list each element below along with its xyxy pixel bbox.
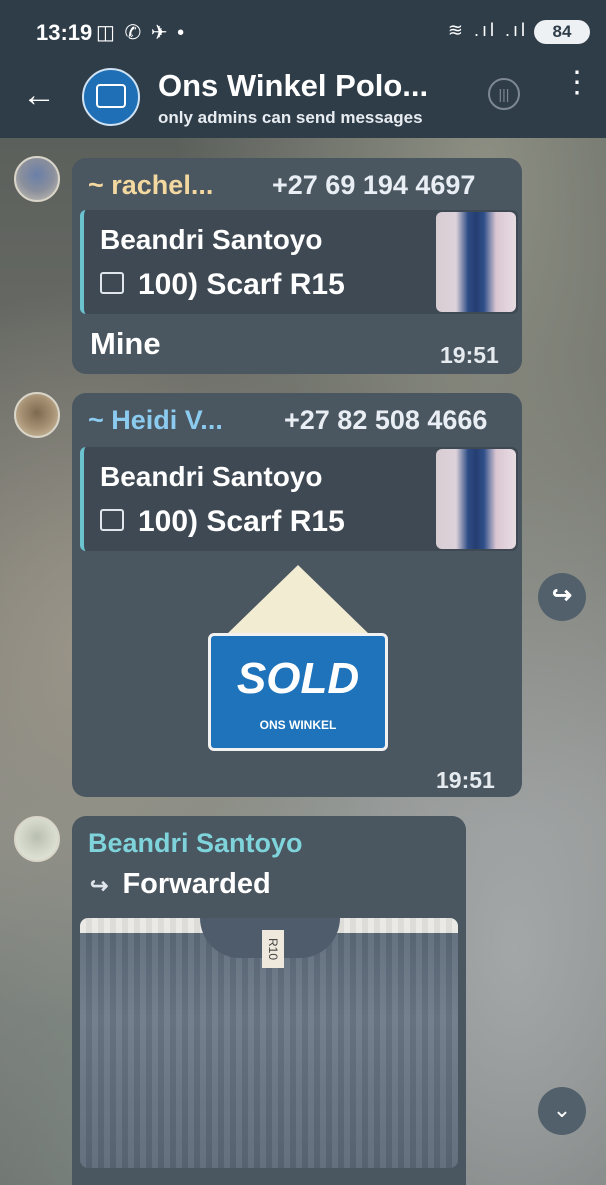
group-logo-icon (96, 84, 126, 108)
sender-name[interactable]: ~ rachel... (88, 170, 213, 201)
back-arrow-icon[interactable]: ← (22, 76, 56, 115)
reply-preview[interactable]: Beandri Santoyo 100) Scarf R15 (80, 210, 518, 314)
price-tag: R10 (262, 930, 284, 968)
sender-phone: +27 82 508 4666 (284, 405, 488, 435)
status-bar: 13:19 ◫ ✆ ✈ • ≋ .ıl .ıl 84 (0, 0, 606, 62)
more-options-icon[interactable]: ⋮ (562, 68, 592, 98)
forward-icon[interactable]: ↪ (538, 573, 586, 621)
voice-chat-icon[interactable]: ||| (488, 78, 520, 110)
sold-sticker[interactable]: SOLD ONS WINKEL (208, 565, 388, 755)
status-time: 13:19 (36, 20, 93, 45)
forwarded-label: ↪ Forwarded (90, 868, 271, 900)
sender-name[interactable]: Beandri Santoyo (88, 828, 303, 859)
message-time: 19:51 (440, 342, 499, 368)
message-bubble[interactable]: ~ Heidi V... +27 82 508 4666 Beandri San… (72, 393, 522, 797)
sweater-photo[interactable]: R10 (80, 918, 458, 1168)
message-text: Mine (90, 326, 161, 361)
message-bubble[interactable]: Beandri Santoyo ↪ Forwarded R10 (72, 816, 466, 1185)
reply-thumbnail (436, 449, 516, 549)
notification-icons: ◫ ✆ ✈ • (96, 22, 187, 44)
avatar[interactable] (14, 392, 60, 438)
message-time: 19:51 (436, 767, 495, 793)
scroll-down-icon[interactable]: ⌄ (538, 1087, 586, 1135)
sender-name[interactable]: ~ Heidi V... (88, 405, 223, 436)
sticker-board: SOLD ONS WINKEL (208, 633, 388, 751)
group-avatar[interactable] (82, 68, 140, 126)
message-bubble[interactable]: ~ rachel... +27 69 194 4697 Beandri Sant… (72, 158, 522, 374)
signal-icons: ≋ .ıl .ıl (447, 20, 528, 40)
chat-subtitle: only admins can send messages (158, 108, 423, 127)
reply-text: 100) Scarf R15 (100, 505, 345, 539)
reply-preview[interactable]: Beandri Santoyo 100) Scarf R15 (80, 447, 518, 551)
battery-icon: 84 (534, 20, 590, 44)
sticker-sold-text: SOLD (236, 654, 360, 703)
reply-thumbnail (436, 212, 516, 312)
image-icon (100, 272, 124, 295)
avatar[interactable] (14, 156, 60, 202)
sticker-brand-text: ONS WINKEL (259, 718, 337, 732)
image-icon (100, 509, 124, 532)
reply-sender: Beandri Santoyo (100, 461, 323, 492)
reply-text: 100) Scarf R15 (100, 268, 345, 302)
sticker-hanger (226, 565, 370, 635)
chat-header: ← Ons Winkel Polo... only admins can sen… (0, 62, 606, 138)
sender-phone: +27 69 194 4697 (272, 170, 476, 200)
forwarded-icon: ↪ (90, 873, 109, 898)
chat-title[interactable]: Ons Winkel Polo... (158, 68, 428, 104)
avatar[interactable] (14, 816, 60, 862)
reply-sender: Beandri Santoyo (100, 224, 323, 255)
